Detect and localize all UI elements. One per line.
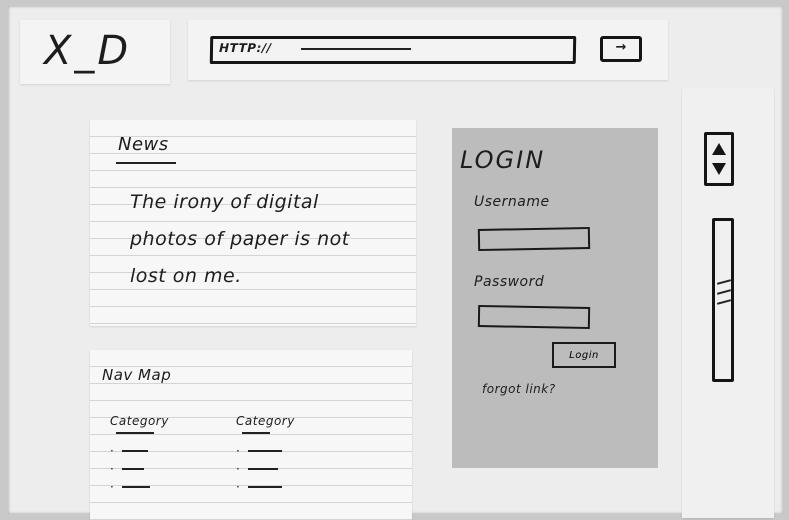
- url-prefix: HTTP://: [218, 41, 272, 55]
- scroll-arrows: [704, 132, 734, 186]
- nav-link[interactable]: ·: [236, 478, 295, 496]
- grip-line: [716, 299, 732, 305]
- login-panel: LOGIN Username Password Login forgot lin…: [452, 128, 658, 468]
- password-label: Password: [474, 274, 545, 290]
- triangle-up-icon[interactable]: [712, 143, 726, 155]
- nav-link[interactable]: ·: [236, 442, 295, 460]
- login-button[interactable]: Login: [552, 342, 616, 368]
- nav-category-label[interactable]: Category: [110, 414, 169, 428]
- scrollbar-panel: [682, 88, 774, 518]
- nav-map-panel: Nav Map Category · · · Category · · ·: [90, 350, 412, 520]
- username-field[interactable]: [477, 227, 591, 251]
- logo-panel: X_D: [20, 20, 170, 84]
- nav-link[interactable]: ·: [110, 478, 169, 496]
- nav-category-1: Category · · ·: [110, 414, 169, 496]
- nav-category-list: · · ·: [236, 442, 295, 496]
- go-button[interactable]: →: [600, 36, 642, 62]
- grip-line: [716, 289, 732, 295]
- address-bar-panel: HTTP:// →: [188, 20, 668, 80]
- url-scribble-line: [301, 48, 412, 50]
- category-underline: [116, 432, 154, 434]
- logo[interactable]: X_D: [44, 28, 131, 74]
- username-label: Username: [474, 194, 550, 210]
- news-panel: News The irony of digital photos of pape…: [90, 120, 416, 326]
- category-underline: [242, 432, 270, 434]
- nav-category-list: · · ·: [110, 442, 169, 496]
- nav-link[interactable]: ·: [110, 460, 169, 478]
- nav-link[interactable]: ·: [110, 442, 169, 460]
- news-body: The irony of digital photos of paper is …: [130, 191, 350, 287]
- login-title: LOGIN: [460, 146, 546, 174]
- news-heading-underline: [116, 162, 176, 164]
- triangle-down-icon[interactable]: [712, 163, 726, 175]
- nav-category-2: Category · · ·: [236, 414, 295, 496]
- url-input[interactable]: HTTP://: [209, 36, 577, 64]
- sketch-board: X_D HTTP:// → News The irony of digital …: [8, 6, 783, 520]
- nav-map-heading: Nav Map: [102, 366, 172, 384]
- news-heading: News: [118, 134, 169, 155]
- password-field[interactable]: [477, 305, 591, 329]
- grip-line: [716, 279, 732, 285]
- nav-category-label[interactable]: Category: [236, 414, 295, 428]
- scroll-track[interactable]: [712, 218, 734, 382]
- arrow-right-icon: →: [615, 40, 627, 55]
- nav-link[interactable]: ·: [236, 460, 295, 478]
- forgot-link[interactable]: forgot link?: [482, 382, 556, 396]
- scroll-thumb[interactable]: [716, 275, 732, 313]
